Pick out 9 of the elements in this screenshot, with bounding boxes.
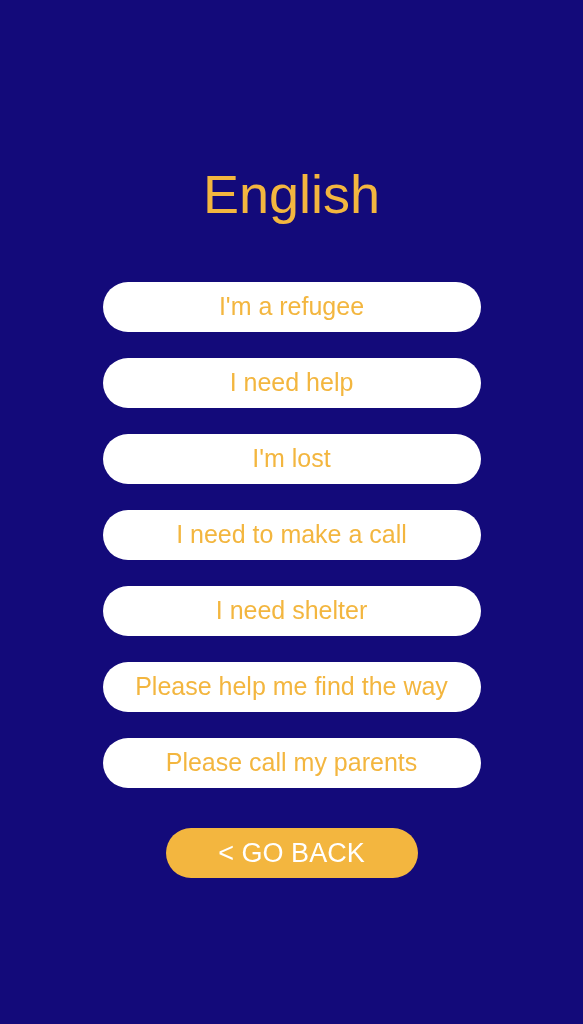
back-button[interactable]: < GO BACK <box>165 828 418 878</box>
phrase-button[interactable]: Please call my parents <box>102 738 481 788</box>
phrase-button[interactable]: I'm a refugee <box>102 282 481 332</box>
phrase-button[interactable]: I need shelter <box>102 586 481 636</box>
phrase-button[interactable]: I need help <box>102 358 481 408</box>
page-title: English <box>202 163 381 226</box>
phrase-button[interactable]: I need to make a call <box>102 510 481 560</box>
phrase-button[interactable]: I'm lost <box>102 434 481 484</box>
phrase-button[interactable]: Please help me find the way <box>102 662 481 712</box>
